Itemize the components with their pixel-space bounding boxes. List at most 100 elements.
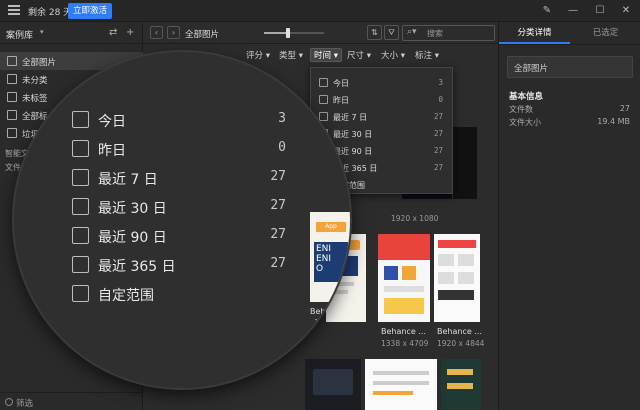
option-label: 最近 7 日 bbox=[333, 113, 368, 122]
filter-label: 尺寸 bbox=[347, 51, 365, 61]
checkbox[interactable] bbox=[319, 95, 328, 104]
zoomed-option-today: 今日 3 bbox=[72, 108, 312, 134]
menu-icon[interactable] bbox=[8, 5, 20, 17]
option-count: 0 bbox=[278, 140, 286, 155]
library-name: 案例库 bbox=[6, 31, 34, 41]
checkbox bbox=[72, 169, 89, 186]
thumbnail-behance-3[interactable] bbox=[434, 234, 480, 322]
option-count: 27 bbox=[270, 227, 286, 242]
thumbnail-behance-2[interactable] bbox=[378, 234, 430, 322]
search-input[interactable] bbox=[427, 28, 491, 39]
time-option-today[interactable]: 今日 3 bbox=[311, 74, 452, 91]
minimize-icon[interactable]: — bbox=[566, 4, 580, 18]
filter-type[interactable]: 类型 ▾ bbox=[279, 49, 303, 63]
checkbox bbox=[72, 140, 89, 157]
filter-filesize[interactable]: 大小 ▾ bbox=[381, 49, 405, 63]
thumbnail-row1-mid[interactable] bbox=[453, 127, 477, 199]
option-label: 最近 7 日 bbox=[98, 172, 158, 188]
info-value-file-size: 19.4 MB bbox=[597, 117, 630, 126]
option-count: 27 bbox=[433, 146, 443, 155]
chevron-down-icon: ▾ bbox=[40, 28, 44, 36]
filter-input[interactable]: 筛选 bbox=[16, 397, 33, 409]
zoomed-thumb-text: ENI ENI O bbox=[314, 242, 348, 282]
pin-icon[interactable]: ✎ bbox=[540, 4, 554, 18]
option-label: 自定范围 bbox=[98, 288, 154, 304]
sidebar-item-label: 未标签 bbox=[22, 94, 48, 104]
time-option-yesterday[interactable]: 昨日 0 bbox=[311, 91, 452, 108]
option-count: 27 bbox=[270, 169, 286, 184]
option-count: 0 bbox=[438, 95, 443, 104]
tab-category-details[interactable]: 分类详情 bbox=[499, 22, 570, 44]
option-label: 今日 bbox=[98, 114, 126, 130]
thumbnail-row3-b[interactable] bbox=[365, 359, 437, 410]
divider bbox=[499, 44, 640, 45]
swap-icon[interactable]: ⇄ bbox=[109, 27, 117, 38]
zoomed-option-30days: 最近 30 日 27 bbox=[72, 195, 312, 221]
checkbox bbox=[72, 256, 89, 273]
option-label: 昨日 bbox=[98, 143, 126, 159]
filter-button[interactable]: ⛛ bbox=[384, 25, 399, 40]
sidebar-filter[interactable]: 筛选 bbox=[0, 392, 143, 410]
close-icon[interactable]: ✕ bbox=[619, 4, 633, 18]
thumbnail-size: 1920 x 4844 bbox=[437, 339, 485, 348]
add-icon[interactable]: + bbox=[126, 27, 134, 38]
section-basic-info: 基本信息 bbox=[509, 92, 544, 102]
activate-button[interactable]: 立即激活 bbox=[68, 3, 113, 19]
time-option-30days[interactable]: 最近 30 日 27 bbox=[311, 125, 452, 142]
detail-panel: 分类详情 已选定 全部图片 基本信息 文件数 27 文件大小 19.4 MB bbox=[498, 22, 640, 410]
library-switcher[interactable]: 案例库 ▾ ⇄ + bbox=[0, 22, 143, 44]
thumbnail-size: 1338 x 4709 bbox=[381, 339, 429, 348]
tags-icon bbox=[7, 110, 17, 120]
thumbnail-size: 1920 x 1080 bbox=[391, 214, 439, 223]
zoom-slider[interactable] bbox=[264, 28, 324, 38]
toolbar: ‹ › 全部图片 ⇅ ⛛ ⌕▾ bbox=[143, 22, 498, 44]
filter-label: 时间 bbox=[314, 51, 332, 61]
back-button[interactable]: ‹ bbox=[150, 26, 163, 39]
search-box[interactable]: ⌕▾ bbox=[402, 25, 495, 41]
checkbox bbox=[72, 227, 89, 244]
checkbox[interactable] bbox=[319, 112, 328, 121]
title-bar: 剩余 28 天 立即激活 ✎ — ☐ ✕ bbox=[0, 0, 640, 22]
sidebar-item-label: 全部图片 bbox=[22, 58, 57, 68]
zoom-slider-fill bbox=[264, 32, 288, 34]
forward-button[interactable]: › bbox=[167, 26, 180, 39]
filter-time[interactable]: 时间 ▾ bbox=[310, 48, 342, 62]
thumbnail-row3-c[interactable] bbox=[441, 359, 481, 410]
trash-icon bbox=[7, 128, 17, 138]
option-label: 最近 90 日 bbox=[333, 147, 373, 156]
search-icon bbox=[5, 398, 13, 406]
time-option-7days[interactable]: 最近 7 日 27 bbox=[311, 108, 452, 125]
maximize-icon[interactable]: ☐ bbox=[593, 4, 607, 18]
option-count: 3 bbox=[438, 78, 443, 87]
tag-icon bbox=[7, 92, 17, 102]
folder-name-field[interactable]: 全部图片 bbox=[507, 56, 633, 78]
zoomed-thumbnail: App ENI ENI O bbox=[310, 212, 350, 302]
magnifier-overlay: 今日 3 昨日 0 最近 7 日 27 最近 30 日 27 最近 90 日 2… bbox=[14, 52, 350, 388]
zoom-slider-handle[interactable] bbox=[286, 28, 290, 38]
search-icon: ⌕▾ bbox=[407, 27, 417, 37]
sidebar-item-label: 全部标 bbox=[22, 112, 48, 122]
filter-annotation[interactable]: 标注 ▾ bbox=[415, 49, 439, 63]
zoomed-option-yesterday: 昨日 0 bbox=[72, 137, 312, 163]
option-count: 27 bbox=[433, 163, 443, 172]
sort-button[interactable]: ⇅ bbox=[367, 25, 382, 40]
trial-text: 剩余 28 天 bbox=[28, 8, 73, 18]
option-label: 最近 30 日 bbox=[98, 201, 167, 217]
option-count: 27 bbox=[433, 112, 443, 121]
option-count: 27 bbox=[270, 198, 286, 213]
thumbnail-row3-a[interactable] bbox=[305, 359, 361, 410]
tab-selected[interactable]: 已选定 bbox=[570, 22, 640, 44]
image-icon bbox=[7, 56, 17, 66]
thumbnail-title: Behance ... bbox=[381, 327, 426, 336]
filter-dimension[interactable]: 尺寸 ▾ bbox=[347, 49, 371, 63]
option-label: 今日 bbox=[333, 79, 349, 88]
option-count: 27 bbox=[270, 256, 286, 271]
filter-rating[interactable]: 评分 ▾ bbox=[246, 49, 270, 63]
zoomed-option-90days: 最近 90 日 27 bbox=[72, 224, 312, 250]
checkbox[interactable] bbox=[319, 78, 328, 87]
checkbox bbox=[72, 111, 89, 128]
filter-label: 标注 bbox=[415, 51, 433, 61]
zoomed-thumb-banner: App bbox=[316, 222, 346, 232]
option-label: 昨日 bbox=[333, 96, 349, 105]
option-count: 3 bbox=[278, 111, 286, 126]
